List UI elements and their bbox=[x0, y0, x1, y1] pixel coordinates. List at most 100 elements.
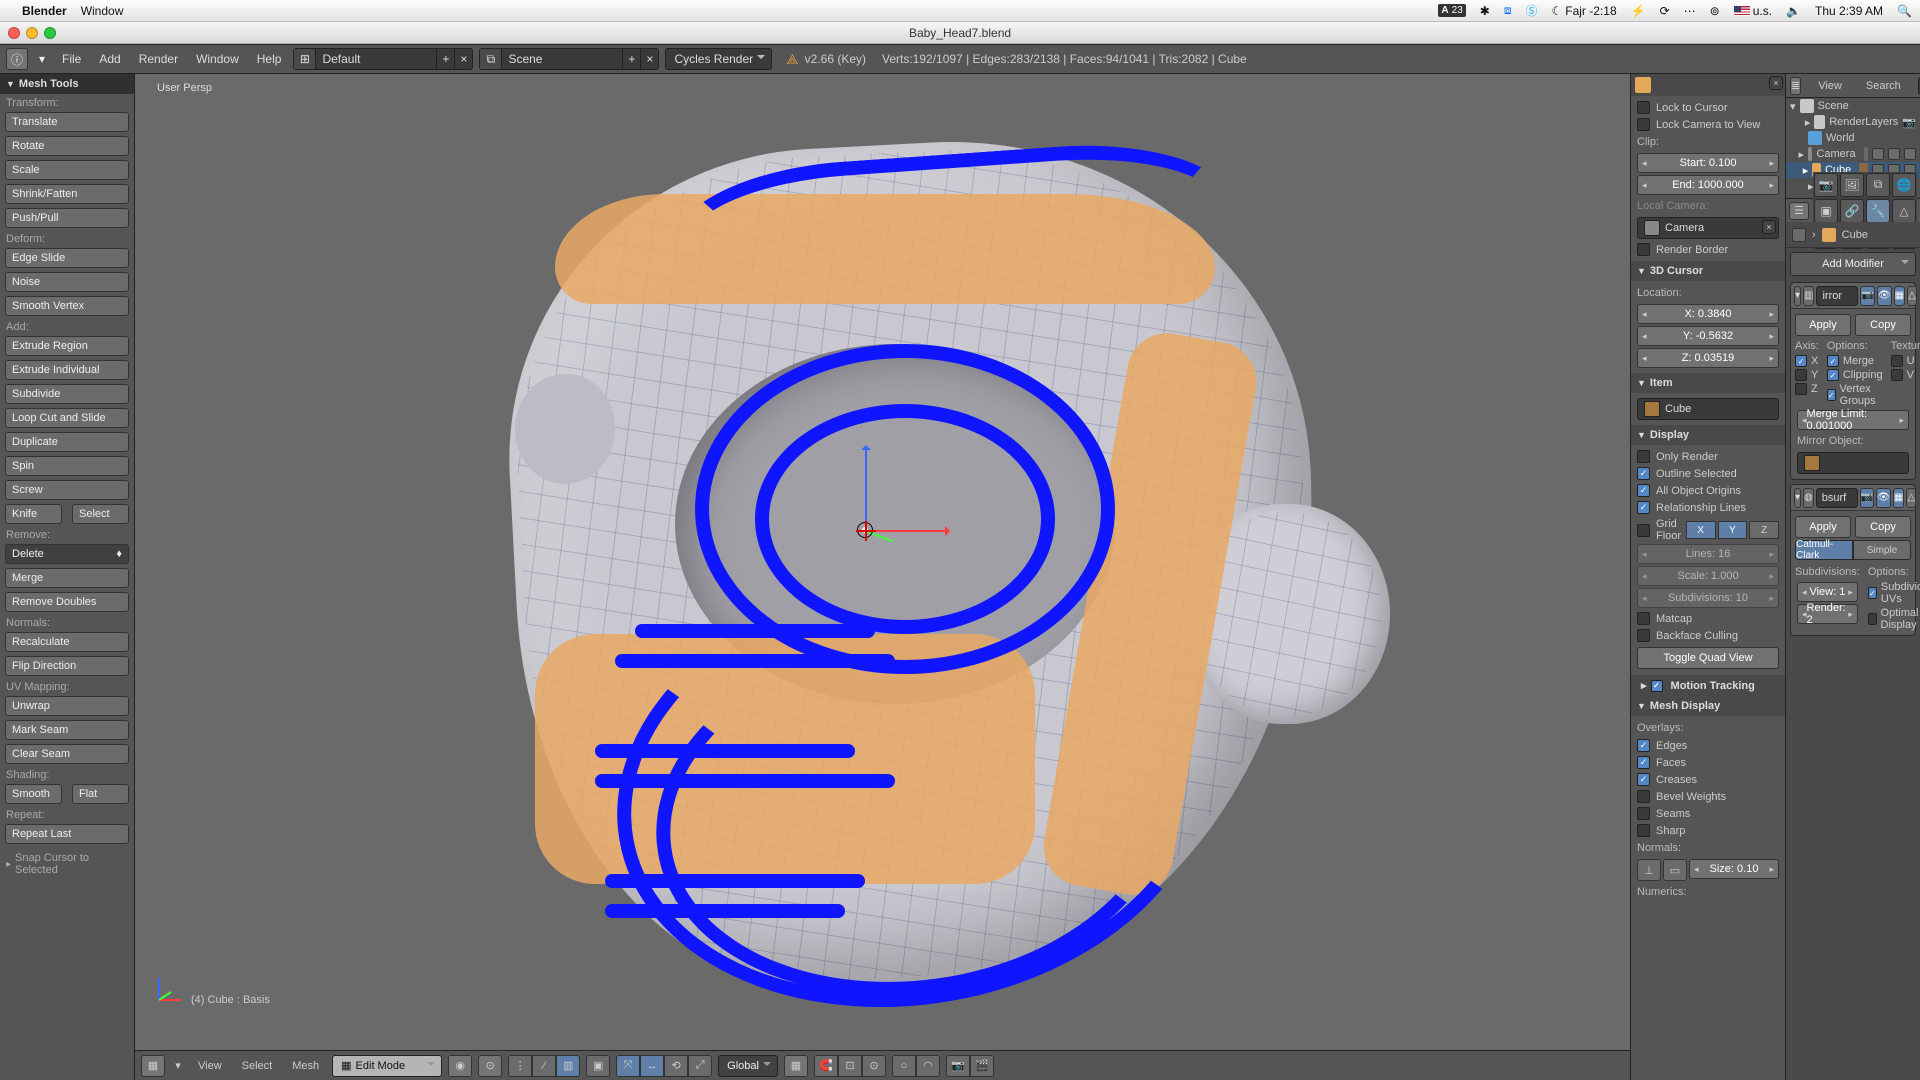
layout-browse-icon[interactable]: ⊞ bbox=[294, 49, 316, 69]
layers-icon[interactable]: ▦ bbox=[784, 1055, 808, 1077]
noise-button[interactable]: Noise bbox=[5, 272, 129, 292]
editor-type-3dview-icon[interactable]: ▦ bbox=[141, 1055, 165, 1077]
outliner-row-camera[interactable]: ▸Camera bbox=[1786, 146, 1920, 162]
spin-button[interactable]: Spin bbox=[5, 456, 129, 476]
spotlight-icon[interactable]: 🔍 bbox=[1897, 4, 1912, 18]
translate-manipulator[interactable]: ↔ bbox=[640, 1055, 664, 1077]
wifi-icon[interactable]: ⊚ bbox=[1710, 4, 1720, 18]
lock-to-cursor-checkbox[interactable] bbox=[1637, 101, 1650, 114]
texture-v-checkbox[interactable] bbox=[1891, 369, 1903, 381]
vertex-normal-icon[interactable]: ⊥ bbox=[1637, 859, 1661, 881]
object-tab-icon[interactable]: ▣ bbox=[1814, 199, 1838, 223]
clip-end-field[interactable]: ◂End: 1000.000▸ bbox=[1637, 175, 1779, 195]
dropbox-icon[interactable]: ⧈ bbox=[1504, 3, 1512, 18]
modifier-name-field[interactable]: bsurf bbox=[1816, 488, 1858, 508]
knife-select-button[interactable]: Select bbox=[72, 504, 129, 524]
menubar-extra-icon-1[interactable]: ✱ bbox=[1480, 4, 1490, 18]
toggle-quad-view-button[interactable]: Toggle Quad View bbox=[1637, 647, 1779, 669]
edge-slide-button[interactable]: Edge Slide bbox=[5, 248, 129, 268]
outliner-row-world[interactable]: World bbox=[1786, 130, 1920, 146]
limit-selection-button[interactable]: ▣ bbox=[586, 1055, 610, 1077]
layout-name[interactable]: Default bbox=[316, 52, 436, 66]
mesh-display-panel-header[interactable]: Mesh Display bbox=[1631, 696, 1785, 716]
scene-remove-button[interactable]: × bbox=[640, 49, 658, 69]
screw-button[interactable]: Screw bbox=[5, 480, 129, 500]
scale-button[interactable]: Scale bbox=[5, 160, 129, 180]
world-tab-icon[interactable]: 🌐 bbox=[1892, 173, 1916, 197]
tool-shelf-header[interactable]: Mesh Tools bbox=[0, 74, 134, 94]
skype-icon[interactable]: Ⓢ bbox=[1525, 2, 1537, 19]
scene-name[interactable]: Scene bbox=[502, 52, 622, 66]
objectdata-tab-icon[interactable]: △ bbox=[1892, 199, 1916, 223]
renderable-icon[interactable] bbox=[1904, 148, 1916, 160]
file-menu[interactable]: File bbox=[56, 52, 87, 66]
grid-subdiv-field[interactable]: ◂Subdivisions: 10▸ bbox=[1637, 588, 1779, 608]
clear-button[interactable]: × bbox=[1769, 76, 1783, 90]
push-pull-button[interactable]: Push/Pull bbox=[5, 208, 129, 228]
layout-add-button[interactable]: + bbox=[436, 49, 454, 69]
snap-element-icon[interactable]: ⊡ bbox=[838, 1055, 862, 1077]
texture-u-checkbox[interactable] bbox=[1891, 355, 1903, 367]
bevel-weights-checkbox[interactable] bbox=[1637, 790, 1650, 803]
mesh-menu[interactable]: Mesh bbox=[285, 1060, 326, 1072]
outliner-search-menu[interactable]: Search bbox=[1859, 80, 1908, 92]
gizmo-x-axis[interactable] bbox=[865, 530, 945, 532]
volume-icon[interactable]: 🔈 bbox=[1786, 4, 1801, 18]
editor-type-outliner-icon[interactable]: ≣ bbox=[1790, 77, 1801, 95]
mirror-apply-button[interactable]: Apply bbox=[1795, 314, 1851, 336]
select-menu[interactable]: Select bbox=[235, 1060, 280, 1072]
vertex-select-button[interactable]: ⋮ bbox=[508, 1055, 532, 1077]
scene-tab-icon[interactable]: ⧉ bbox=[1866, 173, 1890, 197]
3d-cursor-icon[interactable] bbox=[857, 522, 873, 538]
knife-button[interactable]: Knife bbox=[5, 504, 62, 524]
proportional-toggle[interactable]: ○ bbox=[892, 1055, 916, 1077]
render-engine-dropdown[interactable]: Cycles Render bbox=[665, 48, 772, 70]
grid-lines-field[interactable]: ◂Lines: 16▸ bbox=[1637, 544, 1779, 564]
window-menu[interactable]: Window bbox=[81, 4, 124, 18]
matcap-checkbox[interactable] bbox=[1637, 612, 1650, 625]
realtime-visibility-icon[interactable]: 👁 bbox=[1877, 286, 1892, 306]
orientation-dropdown[interactable]: Global bbox=[718, 1055, 778, 1077]
editor-type-properties-icon[interactable]: ☰ bbox=[1789, 202, 1809, 220]
translate-button[interactable]: Translate bbox=[5, 112, 129, 132]
duplicate-button[interactable]: Duplicate bbox=[5, 432, 129, 452]
editor-type-info-icon[interactable]: ⓘ bbox=[6, 48, 28, 70]
merge-button[interactable]: Merge bbox=[5, 568, 129, 588]
unwrap-button[interactable]: Unwrap bbox=[5, 696, 129, 716]
simple-button[interactable]: Simple bbox=[1853, 540, 1911, 560]
window-menu[interactable]: Window bbox=[190, 52, 245, 66]
app-name[interactable]: Blender bbox=[22, 4, 67, 18]
edges-checkbox[interactable]: ✓ bbox=[1637, 739, 1650, 752]
render-border-checkbox[interactable] bbox=[1637, 243, 1650, 256]
clock[interactable]: Thu 2:39 AM bbox=[1815, 4, 1883, 18]
view-menu[interactable]: View bbox=[191, 1060, 229, 1072]
creases-checkbox[interactable]: ✓ bbox=[1637, 773, 1650, 786]
subdivide-button[interactable]: Subdivide bbox=[5, 384, 129, 404]
manipulator-toggle[interactable]: ⤧ bbox=[616, 1055, 640, 1077]
scene-browse-icon[interactable]: ⧉ bbox=[480, 49, 502, 69]
constraints-tab-icon[interactable]: 🔗 bbox=[1840, 199, 1864, 223]
editmode-visibility-icon[interactable]: ▦ bbox=[1893, 488, 1904, 508]
clipping-checkbox[interactable]: ✓ bbox=[1827, 369, 1839, 381]
outliner-row-scene[interactable]: ▾Scene bbox=[1786, 98, 1920, 114]
opengl-anim-icon[interactable]: 🎬 bbox=[970, 1055, 994, 1077]
screen-layout-field[interactable]: ⊞ Default + × bbox=[293, 48, 473, 70]
render-visibility-icon[interactable]: 📷 bbox=[1860, 488, 1874, 508]
merge-limit-field[interactable]: ◂Merge Limit: 0.001000▸ bbox=[1797, 410, 1909, 430]
lock-camera-checkbox[interactable] bbox=[1637, 118, 1650, 131]
smooth-vertex-button[interactable]: Smooth Vertex bbox=[5, 296, 129, 316]
render-tab-icon[interactable]: 📷 bbox=[1814, 173, 1838, 197]
modifier-name-field[interactable]: irror bbox=[1816, 286, 1858, 306]
grid-scale-field[interactable]: ◂Scale: 1.000▸ bbox=[1637, 566, 1779, 586]
header-collapse-icon[interactable]: ▾ bbox=[34, 48, 50, 70]
layout-remove-button[interactable]: × bbox=[454, 49, 472, 69]
viewport-shading-icon[interactable]: ◉ bbox=[448, 1055, 472, 1077]
axis-z-toggle[interactable]: Z bbox=[1749, 521, 1779, 539]
delete-menu-button[interactable]: Delete♦ bbox=[5, 544, 129, 564]
cursor-x-field[interactable]: ◂X: 0.3840▸ bbox=[1637, 304, 1779, 324]
vertex-groups-checkbox[interactable]: ✓ bbox=[1827, 389, 1836, 401]
snap-target-icon[interactable]: ⊙ bbox=[862, 1055, 886, 1077]
mirror-object-field[interactable] bbox=[1797, 452, 1909, 474]
selectable-icon[interactable] bbox=[1888, 148, 1900, 160]
outliner-view-menu[interactable]: View bbox=[1811, 80, 1849, 92]
